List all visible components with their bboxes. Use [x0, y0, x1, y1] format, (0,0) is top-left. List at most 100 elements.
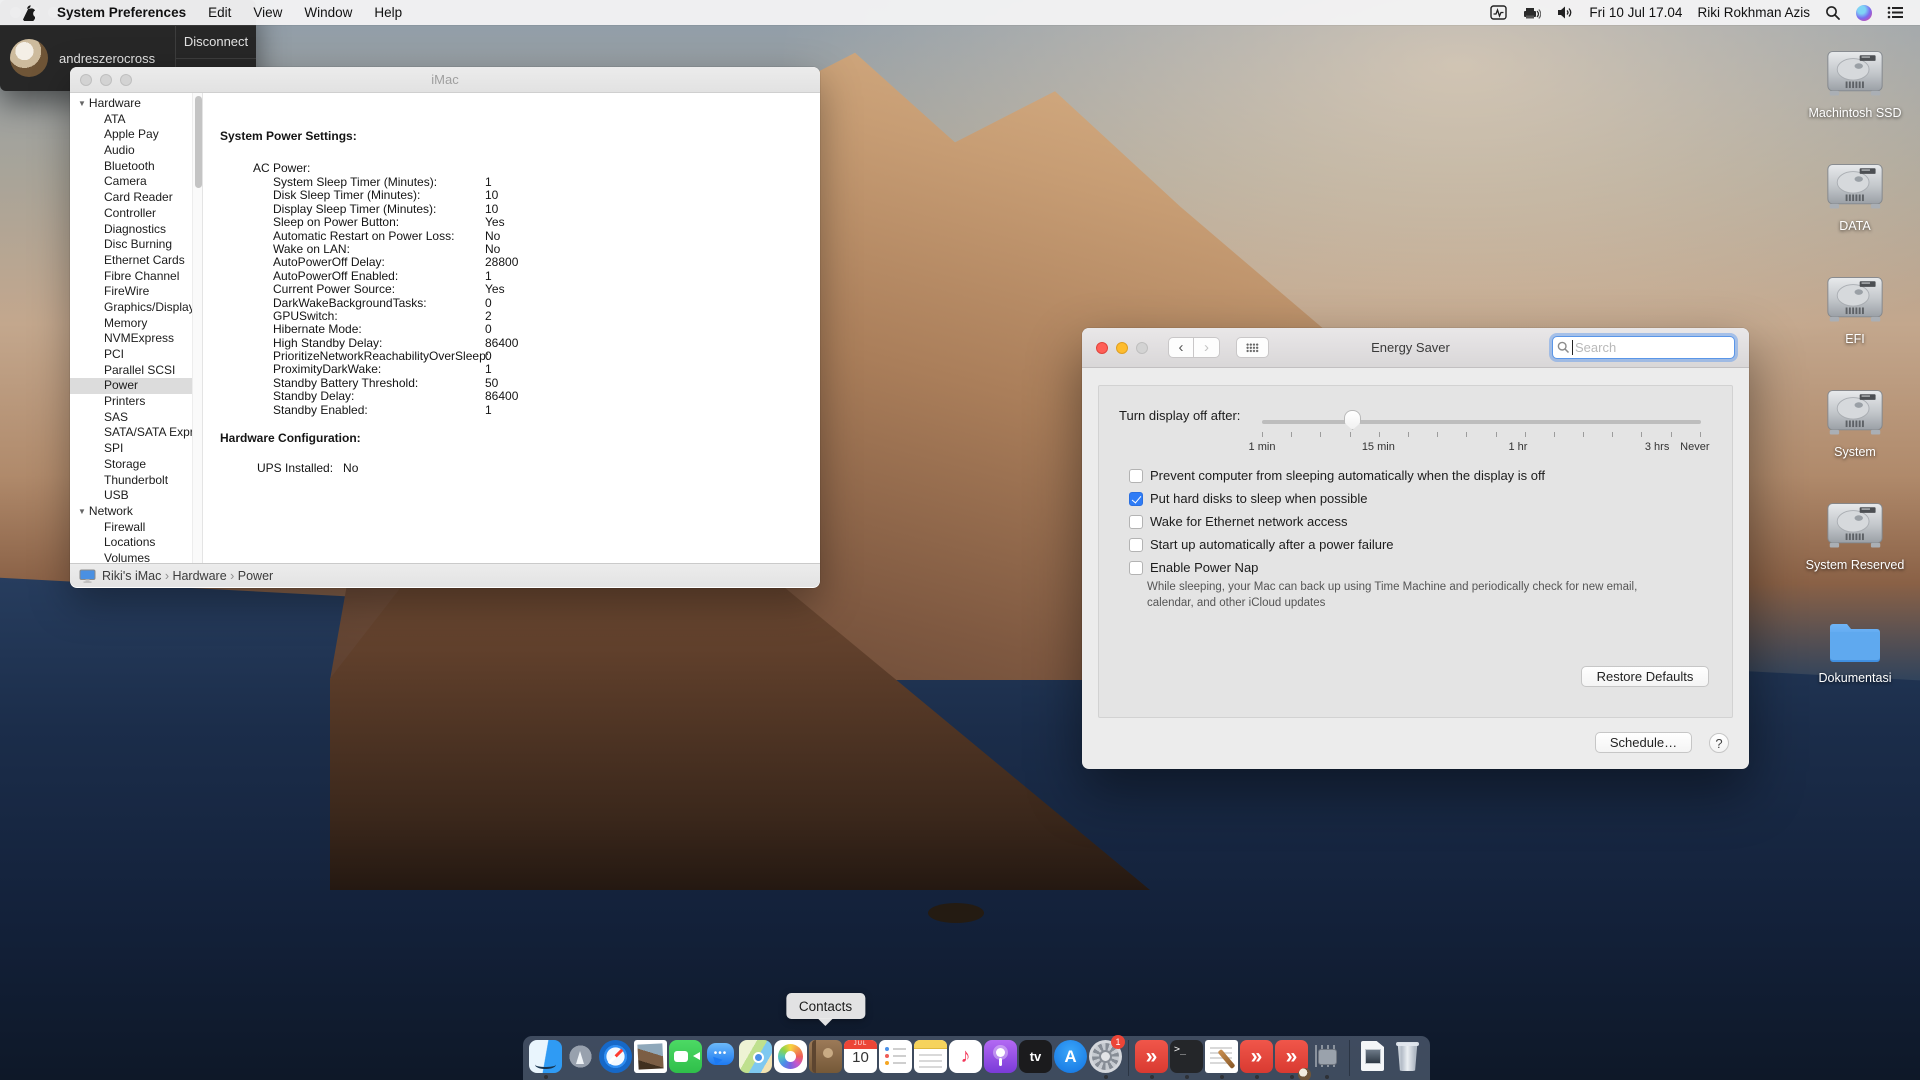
dock-item-facetime[interactable]: [668, 1036, 703, 1080]
dock-item-photos[interactable]: [773, 1036, 808, 1080]
menu-user[interactable]: Riki Rokhman Azis: [1697, 5, 1810, 20]
checkbox-put-hard-disks[interactable]: [1129, 492, 1143, 506]
menu-app-name[interactable]: System Preferences: [57, 5, 186, 20]
energy-toolbar[interactable]: ‹ › Energy Saver: [1082, 328, 1749, 368]
sidebar-item-graphics-displays[interactable]: Graphics/Displays: [70, 300, 192, 316]
volume-icon[interactable]: [1556, 5, 1574, 20]
checkbox-wake-for-ethernet[interactable]: [1129, 515, 1143, 529]
scrollbar-thumb[interactable]: [195, 96, 202, 188]
sidebar-item-audio[interactable]: Audio: [70, 143, 192, 159]
sidebar-item-ata[interactable]: ATA: [70, 112, 192, 128]
dock-item-calendar[interactable]: JUL10: [843, 1036, 878, 1080]
dock-item-app-store[interactable]: A: [1053, 1036, 1088, 1080]
help-button[interactable]: ?: [1709, 733, 1729, 753]
dock-item-finder[interactable]: [528, 1036, 563, 1080]
dock-item-trash[interactable]: [1390, 1036, 1425, 1080]
dock-item-terminal[interactable]: >_: [1169, 1036, 1204, 1080]
dock-item-notes[interactable]: [913, 1036, 948, 1080]
sidebar-item-nvmexpress[interactable]: NVMExpress: [70, 331, 192, 347]
dock-item-anydesk-3[interactable]: »: [1274, 1036, 1309, 1080]
zoom-button[interactable]: [1136, 342, 1148, 354]
sidebar-item-apple-pay[interactable]: Apple Pay: [70, 127, 192, 143]
menu-edit[interactable]: Edit: [208, 5, 231, 20]
sidebar-item-camera[interactable]: Camera: [70, 174, 192, 190]
dock-item-podcasts[interactable]: [983, 1036, 1018, 1080]
dock-item-safari[interactable]: [598, 1036, 633, 1080]
menu-window[interactable]: Window: [304, 5, 352, 20]
printer-status-icon[interactable]: [1522, 5, 1541, 20]
sidebar-section-network[interactable]: ▼Network: [70, 504, 192, 520]
dock-item-anydesk[interactable]: »: [1134, 1036, 1169, 1080]
notification-center-icon[interactable]: [1887, 6, 1904, 19]
sidebar-item-firewire[interactable]: FireWire: [70, 284, 192, 300]
sidebar-item-controller[interactable]: Controller: [70, 206, 192, 222]
menu-help[interactable]: Help: [374, 5, 402, 20]
sysinfo-titlebar[interactable]: iMac: [70, 67, 820, 93]
dock-item-music[interactable]: ♪: [948, 1036, 983, 1080]
sidebar-item-ethernet-cards[interactable]: Ethernet Cards: [70, 253, 192, 269]
sidebar-item-power[interactable]: Power: [70, 378, 192, 394]
dock-item-contacts[interactable]: [808, 1036, 843, 1080]
checkbox-enable-power-nap[interactable]: [1129, 561, 1143, 575]
dock-item-maps[interactable]: [738, 1036, 773, 1080]
anydesk-status-icon[interactable]: [1490, 5, 1507, 20]
sidebar-section-hardware[interactable]: ▼Hardware: [70, 96, 192, 112]
search-input[interactable]: [1552, 336, 1735, 359]
dock-item-reminders[interactable]: [878, 1036, 913, 1080]
desktop-icon-efi[interactable]: EFI: [1794, 268, 1916, 364]
sidebar-item-parallel-scsi[interactable]: Parallel SCSI: [70, 363, 192, 379]
dock-item-document[interactable]: [1355, 1036, 1390, 1080]
schedule-button[interactable]: Schedule…: [1595, 732, 1692, 753]
sidebar-item-spi[interactable]: SPI: [70, 441, 192, 457]
sidebar-item-sas[interactable]: SAS: [70, 410, 192, 426]
desktop-icon-data[interactable]: DATA: [1794, 155, 1916, 251]
sidebar-item-storage[interactable]: Storage: [70, 457, 192, 473]
sidebar-item-printers[interactable]: Printers: [70, 394, 192, 410]
desktop-icon-system-reserved[interactable]: System Reserved: [1794, 494, 1916, 590]
show-all-button[interactable]: [1236, 337, 1269, 358]
menu-view[interactable]: View: [253, 5, 282, 20]
sidebar-item-disc-burning[interactable]: Disc Burning: [70, 237, 192, 253]
dock-item-apple-tv[interactable]: tv: [1018, 1036, 1053, 1080]
sidebar-item-volumes[interactable]: Volumes: [70, 551, 192, 563]
dock-item-photo-preview[interactable]: [633, 1036, 668, 1080]
sidebar-item-memory[interactable]: Memory: [70, 316, 192, 332]
sidebar-item-thunderbolt[interactable]: Thunderbolt: [70, 473, 192, 489]
desktop-icon-system[interactable]: System: [1794, 381, 1916, 477]
checkbox-prevent-computer-from[interactable]: [1129, 469, 1143, 483]
sidebar-item-locations[interactable]: Locations: [70, 535, 192, 551]
dock-item-textedit[interactable]: [1204, 1036, 1239, 1080]
forward-button[interactable]: ›: [1194, 337, 1220, 358]
display-off-slider-track[interactable]: [1262, 420, 1701, 424]
sidebar-item-fibre-channel[interactable]: Fibre Channel: [70, 269, 192, 285]
dock-item-messages[interactable]: [703, 1036, 738, 1080]
desktop-icon-dokumentasi[interactable]: Dokumentasi: [1794, 607, 1916, 703]
sidebar-item-pci[interactable]: PCI: [70, 347, 192, 363]
sidebar-item-bluetooth[interactable]: Bluetooth: [70, 159, 192, 175]
back-button[interactable]: ‹: [1168, 337, 1194, 358]
power-setting-row: Disk Sleep Timer (Minutes):10: [273, 189, 820, 202]
siri-icon[interactable]: [1856, 5, 1872, 21]
spotlight-search-icon[interactable]: [1825, 5, 1841, 21]
sidebar-item-usb[interactable]: USB: [70, 488, 192, 504]
dock-item-system-preferences[interactable]: 1: [1088, 1036, 1123, 1080]
disclosure-triangle-icon[interactable]: ▼: [78, 99, 86, 108]
dock-item-launchpad[interactable]: [563, 1036, 598, 1080]
close-button[interactable]: [1096, 342, 1108, 354]
apple-menu-icon[interactable]: [20, 4, 35, 21]
checkbox-start-up-automatically[interactable]: [1129, 538, 1143, 552]
restore-defaults-button[interactable]: Restore Defaults: [1581, 666, 1709, 687]
display-off-slider-thumb[interactable]: [1344, 410, 1361, 430]
minimize-button[interactable]: [1116, 342, 1128, 354]
sidebar-item-sata-sata-express[interactable]: SATA/SATA Express: [70, 425, 192, 441]
sidebar-item-diagnostics[interactable]: Diagnostics: [70, 222, 192, 238]
sidebar-item-card-reader[interactable]: Card Reader: [70, 190, 192, 206]
disclosure-triangle-icon[interactable]: ▼: [78, 507, 86, 516]
disconnect-button[interactable]: Disconnect: [176, 26, 256, 58]
sidebar-item-firewall[interactable]: Firewall: [70, 520, 192, 536]
desktop-icon-machintosh-ssd[interactable]: Machintosh SSD: [1794, 42, 1916, 138]
sidebar-scrollbar[interactable]: [192, 93, 203, 563]
dock-item-chip-utility[interactable]: [1309, 1036, 1344, 1080]
menu-clock[interactable]: Fri 10 Jul 17.04: [1589, 5, 1682, 20]
dock-item-anydesk-2[interactable]: »: [1239, 1036, 1274, 1080]
